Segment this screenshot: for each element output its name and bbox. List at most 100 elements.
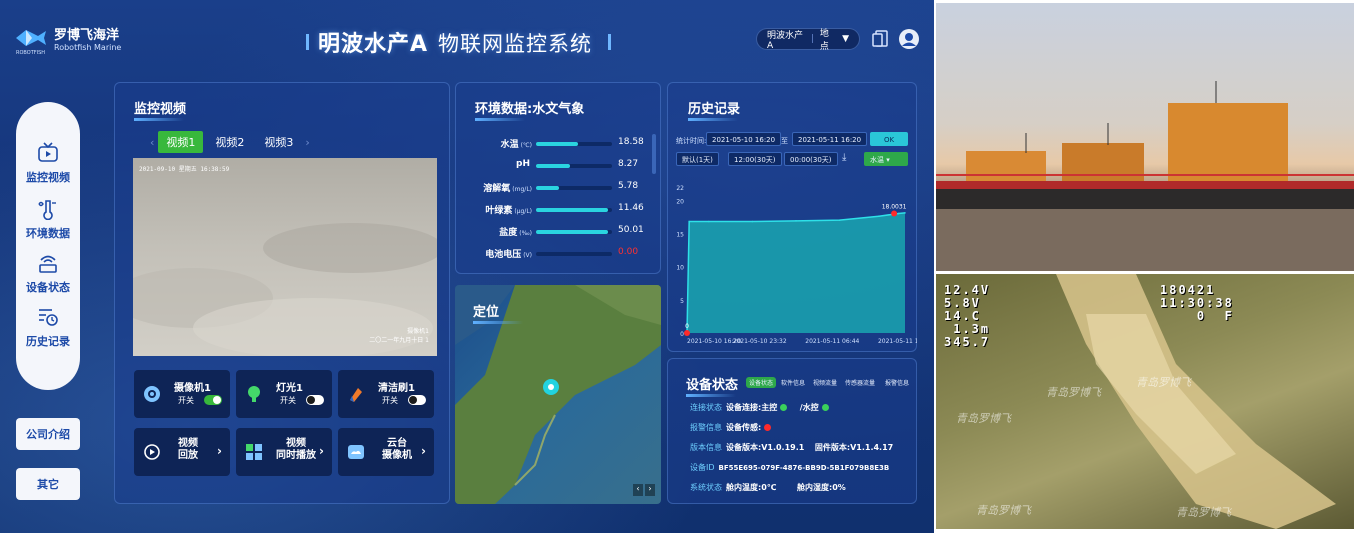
- chevron-down-icon: ▼: [842, 34, 849, 44]
- x-tick-label: 2021-05-11 06:44: [805, 338, 859, 345]
- chevron-right-icon: ›: [319, 444, 324, 458]
- sidebar-item-video[interactable]: 监控视频: [16, 142, 80, 185]
- env-label: pH: [516, 159, 530, 169]
- env-bar: [536, 164, 612, 168]
- env-scrollbar[interactable]: [652, 134, 656, 174]
- ptz-label: 云台 摄像机: [382, 438, 412, 461]
- camera-switch-label: 开关: [178, 396, 194, 405]
- tab-video-2[interactable]: 视频2: [207, 131, 252, 153]
- start-time-input[interactable]: 2021-05-10 16:20: [706, 132, 782, 146]
- preset-noon[interactable]: 12:00(30天): [728, 152, 782, 166]
- brush-icon: [350, 388, 362, 402]
- top-bar: 罗博飞海洋 Robotfish Marine ROBOTFISH 明波水产A 物联…: [0, 0, 934, 78]
- data-point: [904, 212, 906, 214]
- location-pin-icon[interactable]: [541, 377, 561, 403]
- env-row: 盐度 (‰) 50.01: [470, 222, 644, 242]
- x-tick-label: 2021-05-11 13:56: [878, 338, 917, 345]
- location-selector[interactable]: 明波水产A | 地点 ▼: [756, 28, 860, 52]
- env-bar: [536, 208, 612, 212]
- history-icon: [39, 309, 58, 326]
- underwater-osd-right: 180421 11:30:38 0 F: [1160, 283, 1234, 323]
- video-osd-timestamp: 2021-09-10 星期五 16:38:59: [139, 166, 230, 173]
- light-toggle[interactable]: [306, 395, 324, 405]
- env-row: pH 8.27: [470, 156, 640, 176]
- multi-play-button[interactable]: 视频 同时播放 ›: [236, 428, 332, 476]
- brush-control[interactable]: 清洁刷1 开关: [338, 370, 434, 418]
- map-prev-button[interactable]: ‹: [633, 484, 643, 496]
- playback-button[interactable]: 视频 回放 ›: [134, 428, 230, 476]
- preset-default[interactable]: 默认(1天): [676, 152, 719, 166]
- location-name: 明波水产A: [767, 30, 804, 51]
- camera-control[interactable]: 摄像机1 开关: [134, 370, 230, 418]
- company-intro-button[interactable]: 公司介绍: [16, 418, 80, 450]
- location-divider: |: [810, 34, 814, 44]
- fish-logo-icon: [16, 30, 46, 46]
- multi-play-label: 视频 同时播放: [276, 438, 316, 461]
- series-area: [687, 212, 905, 333]
- brush-name: 清洁刷1: [378, 383, 415, 394]
- y-tick-label: 22: [676, 185, 684, 192]
- sidebar-item-env[interactable]: 环境数据: [16, 198, 80, 241]
- cloud-icon: [348, 445, 364, 459]
- ok-button[interactable]: OK: [870, 132, 908, 146]
- sidebar-item-history[interactable]: 历史记录: [16, 306, 80, 349]
- to-label: 至: [781, 137, 788, 145]
- download-icon[interactable]: ⤓: [842, 152, 846, 163]
- map-panel[interactable]: 定位 ‹ ›: [455, 285, 661, 504]
- map-next-button[interactable]: ›: [645, 484, 655, 496]
- tab-video-3[interactable]: 视频3: [256, 131, 301, 153]
- tab-sensor-traffic[interactable]: 传感器流量: [842, 377, 878, 388]
- preset-midnight[interactable]: 00:00(30天): [784, 152, 838, 166]
- tab-video-1[interactable]: 视频1: [158, 131, 204, 153]
- brush-toggle[interactable]: [408, 395, 426, 405]
- metric-select[interactable]: 水温 ▾: [864, 152, 908, 166]
- user-avatar-icon[interactable]: [898, 28, 920, 50]
- tab-device-status[interactable]: 设备状态: [746, 377, 777, 388]
- document-icon[interactable]: [870, 28, 892, 50]
- end-time-input[interactable]: 2021-05-11 16:20: [792, 132, 868, 146]
- video-feed[interactable]: 2021-09-10 星期五 16:38:59 摄像机1 二〇二一年九月十日 1: [133, 158, 437, 356]
- camera-toggle[interactable]: [204, 395, 222, 405]
- y-tick-label: 0: [680, 331, 684, 338]
- data-point: [708, 220, 710, 223]
- camera-name: 摄像机1: [174, 383, 211, 394]
- grid-icon: [246, 444, 262, 460]
- env-row: 叶绿素 (μg/L) 11.46: [470, 200, 643, 220]
- next-arrow-icon[interactable]: ›: [305, 136, 309, 149]
- device-row-system: 系统状态 舱内温度:0℃ 舱内湿度:0%: [690, 483, 846, 492]
- playback-label: 视频 回放: [178, 438, 198, 461]
- light-name: 灯光1: [276, 383, 303, 394]
- sidebar-item-device[interactable]: 设备状态: [16, 252, 80, 295]
- video-panel-title: 监控视频: [134, 98, 186, 121]
- title-divider-right: [608, 34, 611, 50]
- light-control[interactable]: 灯光1 开关: [236, 370, 332, 418]
- camera-icon: [144, 386, 160, 402]
- env-bar: [536, 230, 612, 234]
- status-alarm-icon: [764, 424, 772, 431]
- sea-cucumber-image: [1056, 274, 1336, 529]
- y-tick-label: 15: [676, 231, 684, 238]
- env-bar: [536, 142, 612, 146]
- y-tick-label: 5: [680, 298, 684, 305]
- thermometer-icon: [38, 200, 56, 221]
- tab-software[interactable]: 软件信息: [778, 377, 808, 388]
- data-point: [838, 219, 841, 221]
- env-label: 水温 (℃): [500, 140, 532, 150]
- title-sub: 物联网监控系统: [438, 32, 593, 56]
- tab-alarm[interactable]: 报警信息: [882, 377, 912, 388]
- other-button[interactable]: 其它: [16, 468, 80, 500]
- title-divider-left: [306, 34, 309, 50]
- sidebar-item-label: 历史记录: [26, 335, 70, 348]
- watermark-text: 青岛罗博飞: [1176, 506, 1231, 519]
- device-row-version: 版本信息 设备版本:V1.0.19.1 固件版本:V1.1.4.17: [690, 443, 894, 452]
- underwater-osd-left: 12.4V 5.8V 14.C 1.3m 345.7: [944, 283, 991, 349]
- env-row: 电池电压 (V) 0.00: [470, 244, 640, 264]
- y-tick-label: 10: [676, 265, 684, 272]
- ptz-camera-button[interactable]: 云台 摄像机 ›: [338, 428, 434, 476]
- video-osd-caption: 摄像机1 二〇二一年九月十日 1: [369, 328, 429, 344]
- prev-arrow-icon[interactable]: ‹: [150, 136, 154, 149]
- data-point: [688, 220, 690, 223]
- device-row-connection: 连接状态 设备连接:主控 /水控: [690, 402, 829, 413]
- tab-video-traffic[interactable]: 视频流量: [810, 377, 840, 388]
- data-point: [751, 220, 754, 223]
